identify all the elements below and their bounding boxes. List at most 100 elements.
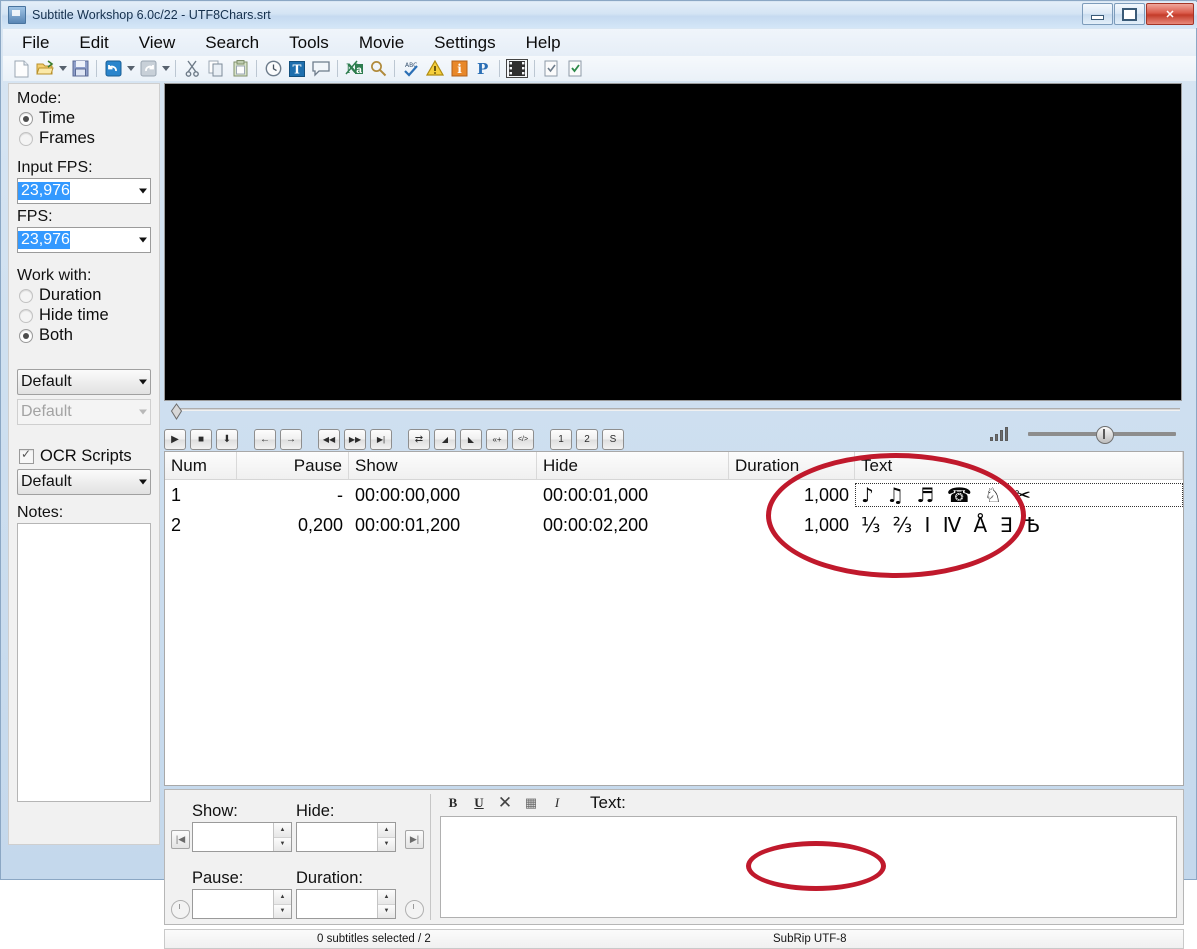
pause-input[interactable] <box>193 890 273 918</box>
cut-icon[interactable] <box>181 58 203 79</box>
menu-file[interactable]: File <box>11 31 60 55</box>
underline-button[interactable]: U <box>468 793 490 813</box>
show-spinner[interactable]: ▲▼ <box>192 822 292 852</box>
start-subtitle-button[interactable]: «+ <box>486 429 508 450</box>
open-dropdown-arrow[interactable] <box>57 58 68 79</box>
duration-spinner[interactable]: ▲▼ <box>296 889 396 919</box>
chevron-down-icon[interactable] <box>139 238 147 243</box>
copy-icon[interactable] <box>205 58 227 79</box>
translation-combo[interactable]: Default <box>17 369 151 395</box>
column-header-text[interactable]: Text <box>855 452 1183 479</box>
text-icon[interactable]: T <box>286 58 308 79</box>
seek-bar[interactable] <box>164 403 1184 421</box>
open-file-icon[interactable] <box>34 58 56 79</box>
checked-page-green-icon[interactable] <box>564 58 586 79</box>
duration-input[interactable] <box>297 890 377 918</box>
seek-track[interactable] <box>176 408 1180 411</box>
mode-option-time[interactable]: Time <box>19 109 151 128</box>
warning-icon[interactable] <box>424 58 446 79</box>
notes-textarea[interactable] <box>17 523 151 802</box>
redo-icon[interactable] <box>137 58 159 79</box>
rewind-button[interactable]: ◀◀ <box>318 429 340 450</box>
ocr-scripts-combo[interactable]: Default <box>17 469 151 495</box>
radio-time[interactable] <box>19 112 33 126</box>
duration-clock-button[interactable] <box>405 900 424 919</box>
chevron-down-icon[interactable] <box>139 189 147 194</box>
clock-icon[interactable] <box>262 58 284 79</box>
spellcheck-icon[interactable]: ABC <box>400 58 422 79</box>
strikethrough-a-icon[interactable]: Na <box>343 58 365 79</box>
radio-frames[interactable] <box>19 132 33 146</box>
pause-clock-button[interactable] <box>171 900 190 919</box>
step-forward-button[interactable]: → <box>280 429 302 450</box>
new-file-icon[interactable] <box>10 58 32 79</box>
color-button[interactable]: ▦ <box>520 793 542 813</box>
spin-up-icon[interactable]: ▲ <box>274 890 291 905</box>
volume-slider-thumb[interactable] <box>1096 426 1114 444</box>
checked-page-icon[interactable] <box>540 58 562 79</box>
menu-view[interactable]: View <box>128 31 187 55</box>
pause-spinner[interactable]: ▲▼ <box>192 889 292 919</box>
menu-settings[interactable]: Settings <box>423 31 506 55</box>
work-with-hide-time[interactable]: Hide time <box>19 306 151 325</box>
radio-both[interactable] <box>19 329 33 343</box>
fast-forward-button[interactable]: ▶▶ <box>344 429 366 450</box>
hide-spin-buttons[interactable]: ▲▼ <box>377 823 395 851</box>
bold-button[interactable]: B <box>442 793 464 813</box>
spin-down-icon[interactable]: ▼ <box>274 905 291 919</box>
fps-combo[interactable]: 23,976 <box>17 227 151 253</box>
set-end-time-button[interactable]: ◣ <box>460 429 482 450</box>
spin-down-icon[interactable]: ▼ <box>378 838 395 852</box>
volume-slider-track[interactable] <box>1028 432 1176 436</box>
work-with-both[interactable]: Both <box>19 326 151 345</box>
menu-tools[interactable]: Tools <box>278 31 340 55</box>
video-preview[interactable] <box>164 83 1182 401</box>
chevron-down-icon[interactable] <box>139 480 147 485</box>
move-subtitle-button[interactable]: ⇄ <box>408 429 430 450</box>
pascal-script-icon[interactable]: P <box>472 58 494 79</box>
column-header-show[interactable]: Show <box>349 452 537 479</box>
work-with-duration[interactable]: Duration <box>19 286 151 305</box>
subtitle-s-button[interactable]: S <box>602 429 624 450</box>
chevron-down-icon[interactable] <box>139 380 147 385</box>
undo-icon[interactable] <box>102 58 124 79</box>
column-header-num[interactable]: Num <box>165 452 237 479</box>
maximize-button[interactable] <box>1114 3 1145 25</box>
radio-duration[interactable] <box>19 289 33 303</box>
hide-input[interactable] <box>297 823 377 851</box>
ocr-scripts-checkbox[interactable] <box>19 449 34 464</box>
undo-dropdown-arrow[interactable] <box>125 58 136 79</box>
close-button[interactable]: ✕ <box>1146 3 1194 25</box>
mode-option-frames[interactable]: Frames <box>19 129 151 148</box>
radio-hide-time[interactable] <box>19 309 33 323</box>
show-input[interactable] <box>193 823 273 851</box>
subtitle-1-button[interactable]: 1 <box>550 429 572 450</box>
spin-up-icon[interactable]: ▲ <box>378 823 395 838</box>
stop-button[interactable]: ■ <box>190 429 212 450</box>
seek-thumb[interactable] <box>170 403 183 420</box>
column-header-pause[interactable]: Pause <box>237 452 349 479</box>
film-icon[interactable] <box>505 58 529 79</box>
spin-down-icon[interactable]: ▼ <box>378 905 395 919</box>
jump-to-show-button[interactable]: |◀ <box>171 830 190 849</box>
save-icon[interactable] <box>69 58 91 79</box>
set-start-time-button[interactable]: ◢ <box>434 429 456 450</box>
hide-spinner[interactable]: ▲▼ <box>296 822 396 852</box>
paste-icon[interactable] <box>229 58 251 79</box>
subtitle-list[interactable]: Num Pause Show Hide Duration Text 1 - 00… <box>164 451 1184 786</box>
menu-edit[interactable]: Edit <box>68 31 119 55</box>
duration-spin-buttons[interactable]: ▲▼ <box>377 890 395 918</box>
spin-down-icon[interactable]: ▼ <box>274 838 291 852</box>
pause-spin-buttons[interactable]: ▲▼ <box>273 890 291 918</box>
search-icon[interactable] <box>367 58 389 79</box>
play-button[interactable]: ▶ <box>164 429 186 450</box>
show-spin-buttons[interactable]: ▲▼ <box>273 823 291 851</box>
comment-icon[interactable] <box>310 58 332 79</box>
next-frame-button[interactable]: ▶| <box>370 429 392 450</box>
end-subtitle-button[interactable]: </> <box>512 429 534 450</box>
jump-to-hide-button[interactable]: ▶| <box>405 830 424 849</box>
minimize-button[interactable] <box>1082 3 1113 25</box>
spin-up-icon[interactable]: ▲ <box>274 823 291 838</box>
column-header-duration[interactable]: Duration <box>729 452 855 479</box>
menu-search[interactable]: Search <box>194 31 270 55</box>
